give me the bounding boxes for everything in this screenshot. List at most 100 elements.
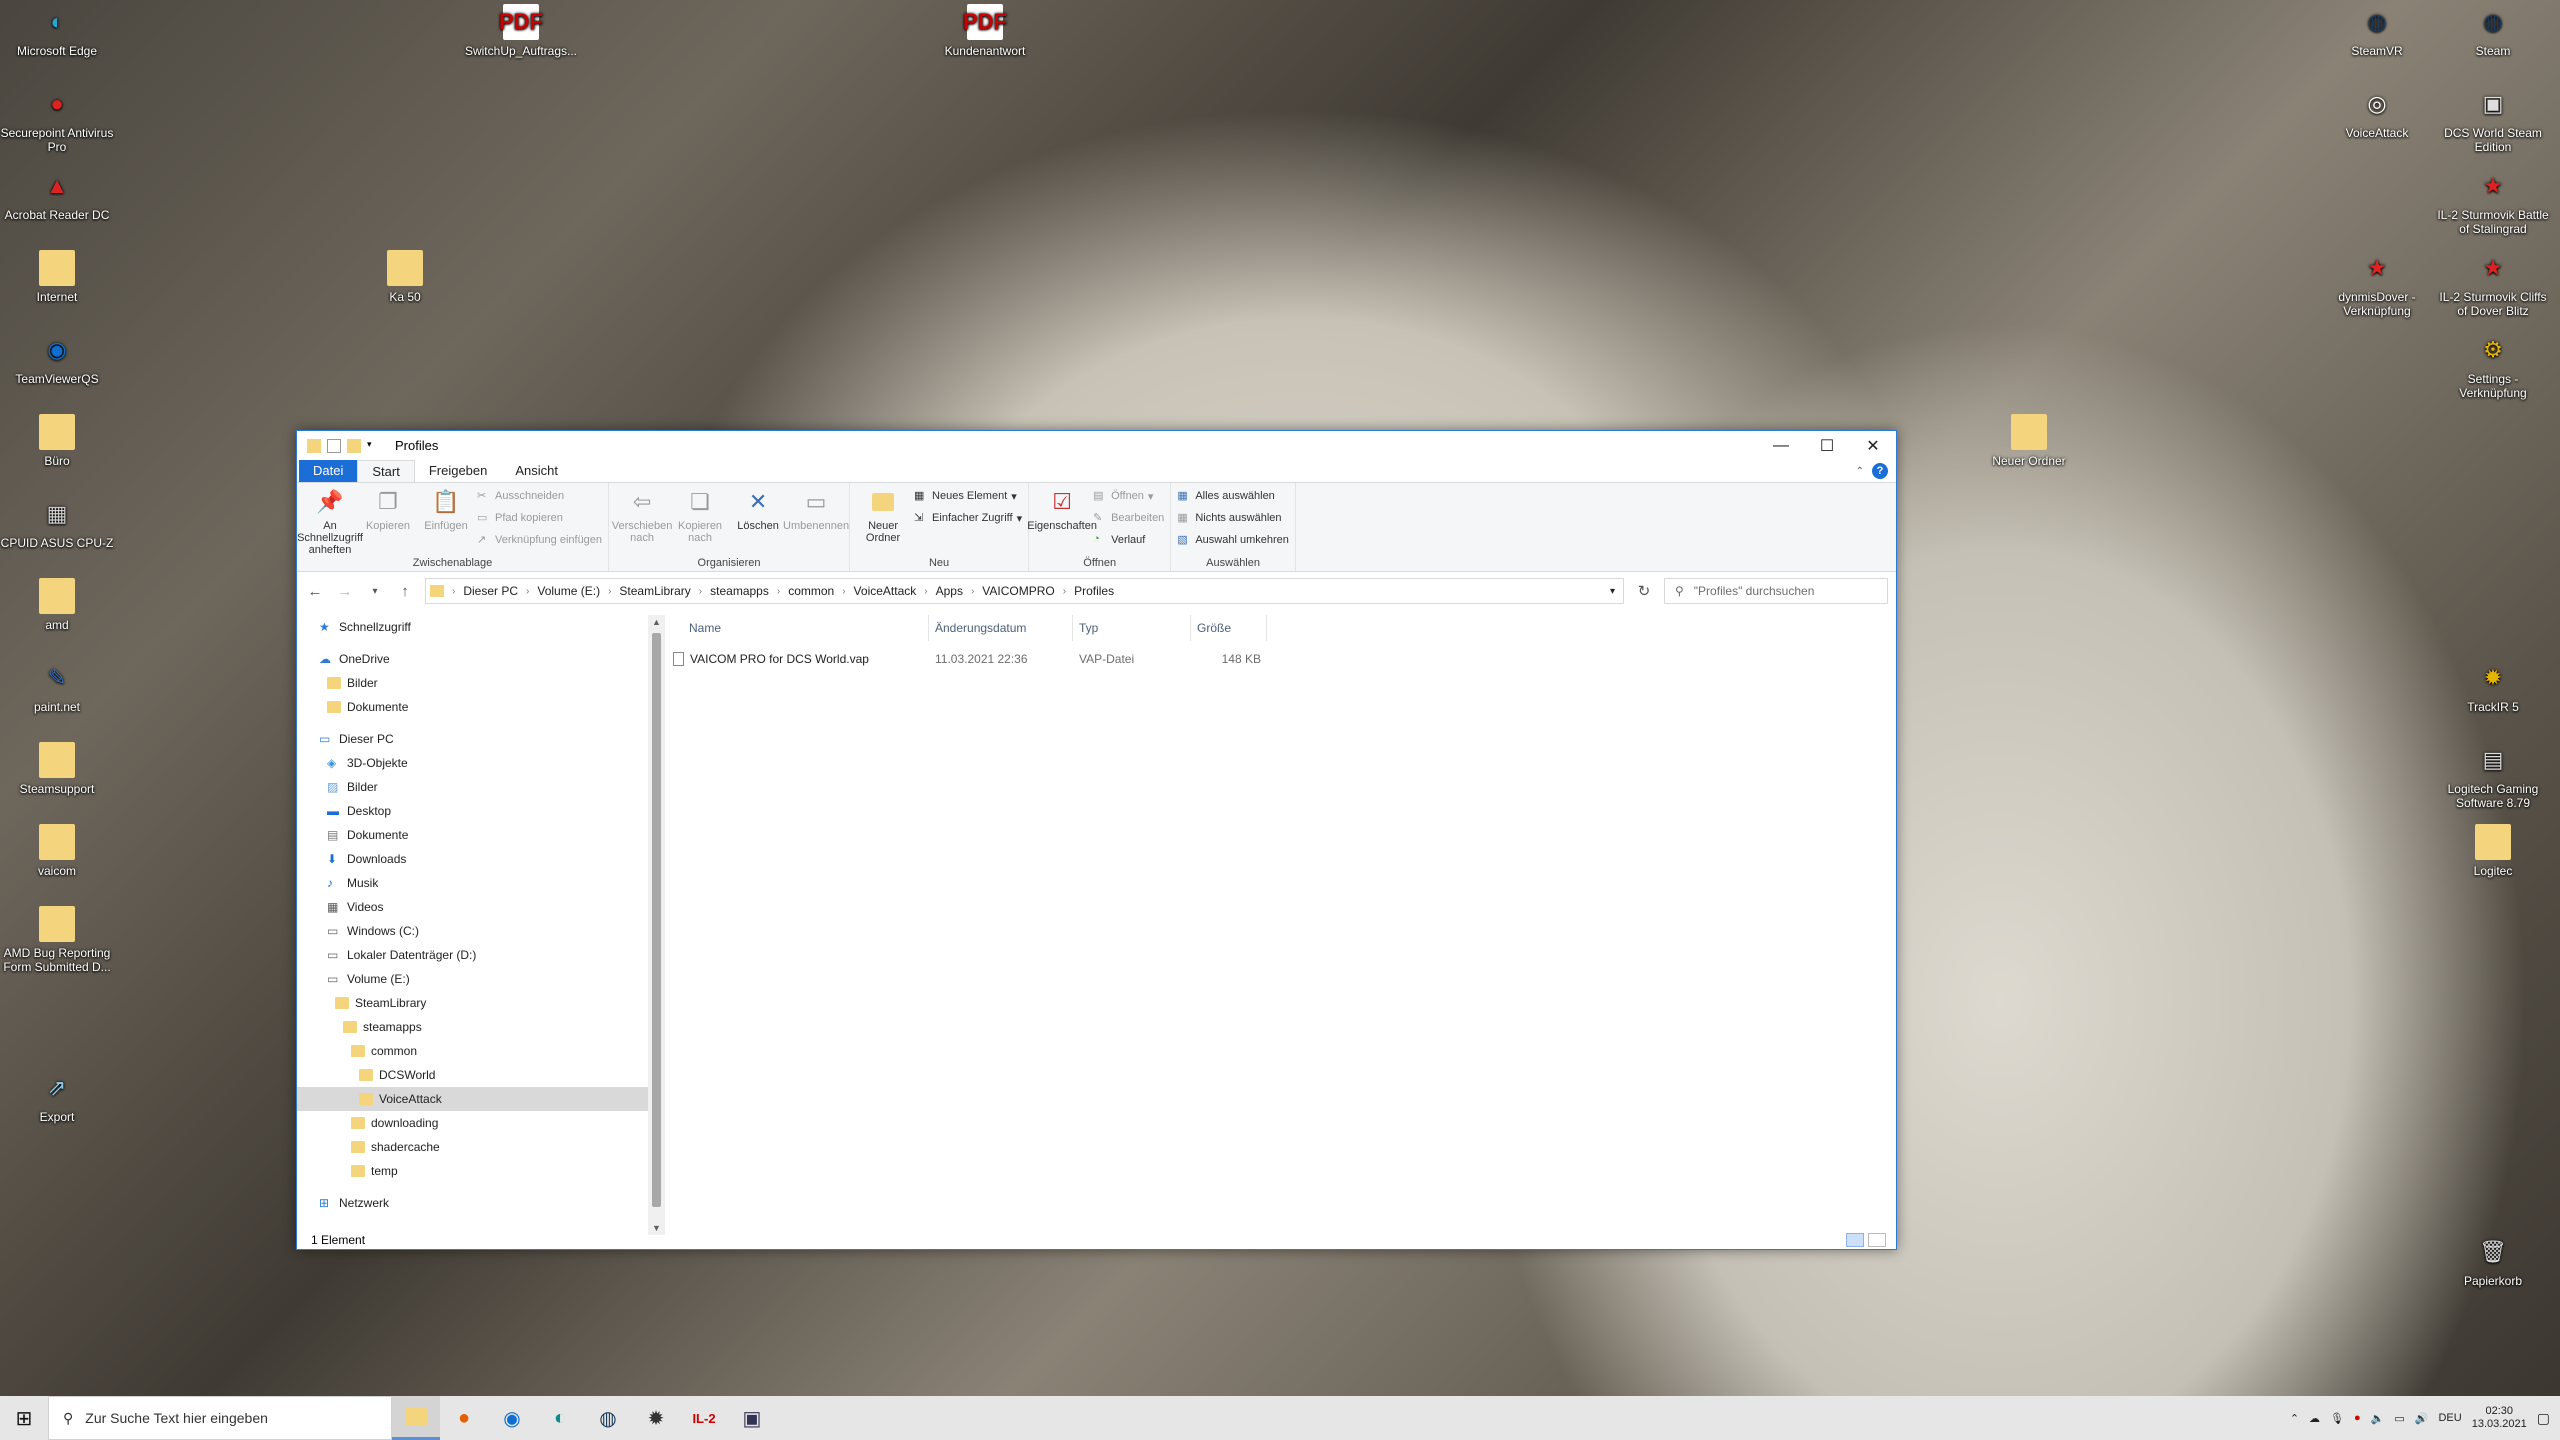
breadcrumb-item[interactable]: VAICOMPRO (982, 584, 1054, 598)
firefox-taskbar-icon[interactable]: ● (440, 1396, 488, 1440)
back-arrow-icon[interactable]: ← (305, 583, 325, 600)
voiceattack-taskbar-icon[interactable]: ▣ (728, 1396, 776, 1440)
desktop-icon[interactable]: ▤ Logitech Gaming Software 8.79 (2434, 742, 2552, 811)
breadcrumb-separator-icon[interactable]: › (924, 586, 927, 597)
breadcrumb-separator-icon[interactable]: › (526, 586, 529, 597)
steam-taskbar-icon[interactable]: ◍ (584, 1396, 632, 1440)
breadcrumb-separator-icon[interactable]: › (777, 586, 780, 597)
select-none-button[interactable]: ▦ Nichts auswählen (1177, 509, 1289, 527)
search-input[interactable]: ⚲ "Profiles" durchsuchen (1664, 578, 1888, 604)
desktop-icon[interactable]: ◍ SteamVR (2318, 4, 2436, 59)
select-all-button[interactable]: ▦ Alles auswählen (1177, 487, 1289, 505)
edit-button[interactable]: ✎ Bearbeiten (1093, 509, 1164, 527)
nav-tree-item[interactable]: ▭ Dieser PC (297, 727, 665, 751)
minimize-button[interactable]: — (1758, 431, 1804, 460)
tab-start[interactable]: Start (357, 460, 415, 482)
nav-tree-item[interactable]: ▭ Windows (C:) (297, 919, 665, 943)
show-hidden-icons-icon[interactable]: ⌃ (2290, 1412, 2299, 1425)
nav-tree-item[interactable]: ☁ OneDrive (297, 647, 665, 671)
large-icons-view-icon[interactable] (1868, 1233, 1886, 1247)
desktop-icon[interactable]: ◉ TeamViewerQS (0, 332, 116, 387)
desktop-icon[interactable]: ▲ Acrobat Reader DC (0, 168, 116, 223)
desktop-icon[interactable]: Büro (0, 414, 116, 468)
delete-button[interactable]: ✕ Löschen (731, 487, 785, 557)
desktop-icon[interactable]: ⚙ Settings - Verknüpfung (2434, 332, 2552, 401)
nav-tree-item[interactable]: SteamLibrary (297, 991, 665, 1015)
desktop-icon[interactable]: ✹ TrackIR 5 (2434, 660, 2552, 715)
breadcrumb-item[interactable]: Profiles (1074, 584, 1114, 598)
network-tray-icon[interactable]: ▭ (2394, 1412, 2404, 1425)
file-row[interactable]: VAICOM PRO for DCS World.vap 11.03.2021 2… (665, 647, 1896, 671)
scroll-up-arrow-icon[interactable]: ▲ (648, 617, 665, 627)
il2-taskbar-icon[interactable]: IL-2 (680, 1396, 728, 1440)
nav-tree-item[interactable]: ▨ Bilder (297, 775, 665, 799)
up-arrow-icon[interactable]: ↑ (395, 583, 415, 600)
new-folder-qa-icon[interactable] (347, 438, 361, 453)
easy-access-button[interactable]: ⇲ Einfacher Zugriff ▾ (914, 509, 1022, 527)
taskbar-search-input[interactable]: ⚲ Zur Suche Text hier eingeben (48, 1396, 392, 1440)
tab-file[interactable]: Datei (299, 460, 358, 482)
breadcrumb-item[interactable]: common (788, 584, 834, 598)
nav-tree-item[interactable]: ◈ 3D-Objekte (297, 751, 665, 775)
file-explorer-taskbar-icon[interactable] (392, 1396, 440, 1440)
new-folder-button[interactable]: Neuer Ordner (856, 487, 910, 557)
desktop-icon[interactable]: ▦ CPUID ASUS CPU-Z (0, 496, 116, 551)
copy-path-button[interactable]: ▭ Pfad kopieren (477, 509, 602, 527)
close-button[interactable]: ✕ (1850, 431, 1896, 460)
paste-shortcut-button[interactable]: ↗ Verknüpfung einfügen (477, 531, 602, 549)
paste-button[interactable]: 📋 Einfügen (419, 487, 473, 557)
breadcrumb[interactable]: › Dieser PC › Volume (E:) › SteamLibrary › stea… (425, 578, 1624, 604)
properties-button[interactable]: ☑ Eigenschaften (1027, 487, 1097, 557)
nav-tree-item[interactable]: downloading (297, 1111, 665, 1135)
help-icon[interactable]: ? (1872, 463, 1888, 479)
desktop-icon[interactable]: ◎ VoiceAttack (2318, 86, 2436, 141)
breadcrumb-separator-icon[interactable]: › (452, 586, 455, 597)
nav-tree-item[interactable]: temp (297, 1159, 665, 1183)
column-name[interactable]: Name (665, 615, 929, 641)
address-dropdown-icon[interactable]: ▾ (1610, 586, 1615, 597)
collapse-ribbon-icon[interactable]: ⌃ (1856, 466, 1864, 477)
desktop-icon[interactable]: amd (0, 578, 116, 632)
volume-tray-icon[interactable]: 🔊 (2415, 1412, 2429, 1425)
properties-qa-icon[interactable] (327, 438, 341, 453)
maximize-button[interactable]: ☐ (1804, 431, 1850, 460)
language-indicator[interactable]: DEU (2438, 1412, 2461, 1424)
column-type[interactable]: Typ (1073, 615, 1191, 641)
desktop-icon[interactable]: ★ dynmisDover - Verknüpfung (2318, 250, 2436, 319)
nav-tree-item[interactable]: Bilder (297, 671, 665, 695)
start-button[interactable]: ⊞ (0, 1396, 48, 1440)
breadcrumb-item[interactable]: VoiceAttack (854, 584, 917, 598)
breadcrumb-item[interactable]: SteamLibrary (619, 584, 690, 598)
breadcrumb-separator-icon[interactable]: › (608, 586, 611, 597)
copy-to-button[interactable]: ❏ Kopieren nach (673, 487, 727, 557)
nav-scrollbar[interactable]: ▲ ▼ (648, 615, 665, 1235)
desktop-icon[interactable]: Ka 50 (346, 250, 464, 304)
desktop-icon[interactable]: PDF SwitchUp_Auftrags... (462, 4, 580, 58)
nav-tree-item[interactable]: steamapps (297, 1015, 665, 1039)
desktop-icon[interactable]: 🗑 Papierkorb (2434, 1234, 2552, 1289)
nav-tree-item[interactable]: DCSWorld (297, 1063, 665, 1087)
details-view-icon[interactable] (1846, 1233, 1864, 1247)
desktop-icon[interactable]: ◐ Microsoft Edge (0, 4, 116, 59)
desktop-icon[interactable]: ▣ DCS World Steam Edition (2434, 86, 2552, 155)
desktop-icon[interactable]: vaicom (0, 824, 116, 878)
desktop-icon[interactable]: ⇗ Export (0, 1070, 116, 1125)
desktop-icon[interactable]: Logitec (2434, 824, 2552, 878)
desktop-icon[interactable]: Neuer Ordner (1970, 414, 2088, 468)
nav-tree-item[interactable]: VoiceAttack (297, 1087, 665, 1111)
nav-tree-item[interactable]: ⊞ Netzwerk (297, 1191, 665, 1215)
breadcrumb-item[interactable]: Apps (936, 584, 963, 598)
nav-tree-item[interactable]: ▤ Dokumente (297, 823, 665, 847)
desktop-icon[interactable]: Internet (0, 250, 116, 304)
nav-tree-item[interactable]: ▭ Lokaler Datenträger (D:) (297, 943, 665, 967)
scrollbar-thumb[interactable] (652, 633, 661, 1207)
edge-taskbar-icon[interactable]: ◐ (536, 1396, 584, 1440)
desktop-icon[interactable]: PDF Kundenantwort (926, 4, 1044, 58)
forward-arrow-icon[interactable]: → (335, 583, 355, 600)
breadcrumb-separator-icon[interactable]: › (1063, 586, 1066, 597)
breadcrumb-separator-icon[interactable]: › (971, 586, 974, 597)
column-date[interactable]: Änderungsdatum (929, 615, 1073, 641)
desktop-icon[interactable]: ● Securepoint Antivirus Pro (0, 86, 116, 155)
move-to-button[interactable]: ⇦ Verschieben nach (612, 487, 673, 557)
nav-tree-item[interactable]: ⬇ Downloads (297, 847, 665, 871)
